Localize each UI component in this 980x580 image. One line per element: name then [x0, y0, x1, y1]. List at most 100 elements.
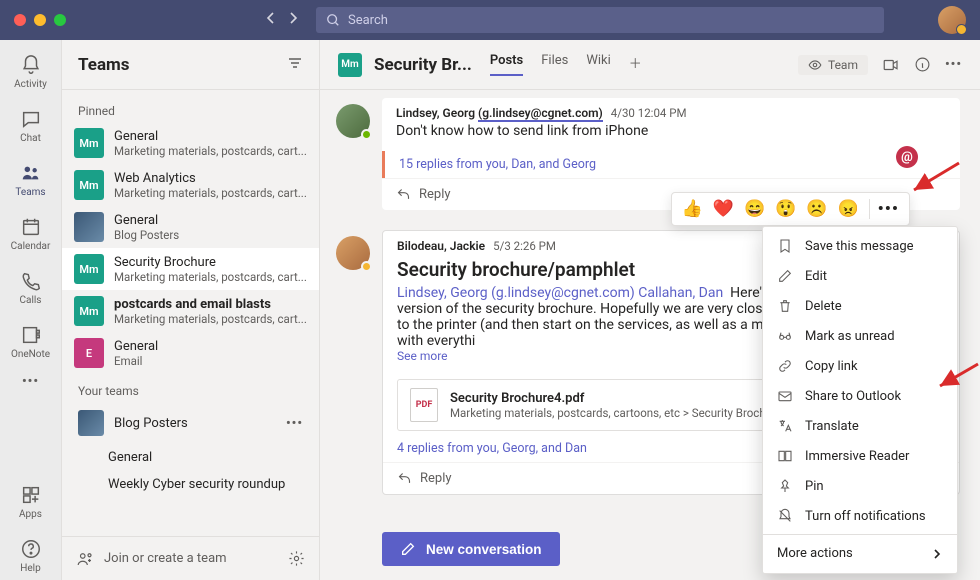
channel-title: Security Br... [374, 55, 472, 75]
pin-icon [777, 478, 793, 494]
menu-save-message[interactable]: Save this message [763, 231, 957, 261]
menu-share-outlook[interactable]: Share to Outlook [763, 381, 957, 411]
reply-icon [397, 471, 412, 486]
title-bar: Search [0, 0, 980, 40]
menu-more-actions[interactable]: More actions [763, 538, 957, 569]
annotation-arrow-2 [934, 360, 980, 394]
tab-wiki[interactable]: Wiki [586, 53, 610, 76]
team-channel-general[interactable]: General [62, 444, 319, 471]
menu-delete[interactable]: Delete [763, 291, 957, 321]
reaction-sad[interactable]: ☹️ [806, 199, 827, 219]
teams-icon [20, 162, 42, 184]
join-team-link[interactable]: Join or create a team [104, 551, 278, 566]
tab-files[interactable]: Files [541, 53, 568, 76]
glasses-icon [777, 328, 793, 344]
forward-button[interactable] [288, 11, 298, 29]
presence-available-icon [361, 129, 372, 140]
tab-posts[interactable]: Posts [490, 53, 523, 76]
menu-mark-unread[interactable]: Mark as unread [763, 321, 957, 351]
channel-item-web-analytics[interactable]: Mm Web AnalyticsMarketing materials, pos… [62, 164, 319, 206]
history-nav [266, 11, 298, 29]
window-controls [14, 14, 66, 26]
bookmark-icon [777, 238, 793, 254]
more-icon: ••• [22, 374, 39, 389]
rail-calls[interactable]: Calls [0, 264, 62, 312]
chevron-right-icon [931, 548, 943, 560]
compose-icon [400, 541, 416, 557]
phone-icon [20, 270, 42, 292]
reaction-bar: 👍 ❤️ 😄 😲 ☹️ 😠 ••• [671, 192, 910, 226]
app-rail: Activity Chat Teams Calendar Calls OneNo… [0, 40, 62, 580]
message-more-button[interactable]: ••• [869, 199, 899, 219]
settings-icon[interactable] [288, 550, 305, 567]
menu-edit[interactable]: Edit [763, 261, 957, 291]
author-avatar[interactable] [336, 104, 370, 138]
close-window-icon[interactable] [14, 14, 26, 26]
message-context-menu: Save this message Edit Delete Mark as un… [762, 226, 958, 574]
menu-translate[interactable]: Translate [763, 411, 957, 441]
onenote-icon [20, 324, 42, 346]
reaction-like[interactable]: 👍 [682, 199, 703, 219]
menu-turn-off-notifications[interactable]: Turn off notifications [763, 501, 957, 531]
join-team-icon [76, 550, 94, 568]
rail-chat[interactable]: Chat [0, 102, 62, 150]
channel-item-general-marketing[interactable]: Mm GeneralMarketing materials, postcards… [62, 122, 319, 164]
reaction-heart[interactable]: ❤️ [713, 199, 734, 219]
bell-icon [20, 54, 42, 76]
author-avatar[interactable] [336, 236, 370, 270]
meet-icon[interactable] [882, 56, 900, 74]
channel-header: Mm Security Br... Posts Files Wiki ＋ Tea… [320, 40, 980, 90]
channel-item-security-brochure[interactable]: Mm Security BrochureMarketing materials,… [62, 248, 319, 290]
book-icon [777, 448, 793, 464]
menu-copy-link[interactable]: Copy link [763, 351, 957, 381]
help-icon [20, 538, 42, 560]
search-placeholder: Search [348, 13, 388, 28]
team-channel-weekly[interactable]: Weekly Cyber security roundup [62, 471, 319, 498]
your-teams-label: Your teams [62, 374, 319, 402]
rail-apps[interactable]: Apps [0, 478, 62, 526]
menu-immersive-reader[interactable]: Immersive Reader [763, 441, 957, 471]
post-author[interactable]: Bilodeau, Jackie [397, 239, 485, 253]
team-item-blog-posters[interactable]: Blog Posters ••• [62, 402, 319, 444]
current-user-avatar[interactable] [938, 6, 966, 34]
channel-view: Mm Security Br... Posts Files Wiki ＋ Tea… [320, 40, 980, 580]
rail-onenote[interactable]: OneNote [0, 318, 62, 366]
sidebar-title: Teams [78, 55, 130, 75]
pencil-icon [777, 268, 793, 284]
back-button[interactable] [266, 11, 276, 29]
replies-summary[interactable]: 15 replies from you, Dan, and Georg [382, 151, 960, 178]
add-tab-button[interactable]: ＋ [629, 53, 642, 76]
minimize-window-icon[interactable] [34, 14, 46, 26]
rail-help[interactable]: Help [0, 532, 62, 580]
apps-icon [20, 484, 42, 506]
team-visibility-pill[interactable]: Team [798, 55, 868, 75]
maximize-window-icon[interactable] [54, 14, 66, 26]
attachment-path: Marketing materials, postcards, cartoons… [450, 406, 776, 420]
attachment-filename: Security Brochure4.pdf [450, 391, 776, 406]
reaction-laugh[interactable]: 😄 [744, 199, 765, 219]
new-conversation-button[interactable]: New conversation [382, 532, 560, 566]
rail-more[interactable]: ••• [0, 372, 62, 391]
mention-link[interactable]: Lindsey, Georg (g.lindsey@cgnet.com) Cal… [397, 285, 723, 301]
presence-away-icon [361, 261, 372, 272]
channel-item-general-blog[interactable]: GeneralBlog Posters [62, 206, 319, 248]
reaction-surprised[interactable]: 😲 [775, 199, 796, 219]
info-icon[interactable] [914, 56, 931, 73]
rail-activity[interactable]: Activity [0, 48, 62, 96]
reaction-angry[interactable]: 😠 [838, 199, 859, 219]
channel-item-general-email[interactable]: E GeneralEmail [62, 332, 319, 374]
chat-icon [20, 108, 42, 130]
post-author[interactable]: Lindsey, Georg (g.lindsey@cgnet.com) [396, 106, 603, 122]
team-more-button[interactable]: ••• [286, 416, 303, 431]
translate-icon [777, 418, 793, 434]
link-icon [777, 358, 793, 374]
channel-more-button[interactable]: ••• [945, 57, 962, 72]
filter-button[interactable] [287, 55, 303, 75]
channel-item-postcards[interactable]: Mm postcards and email blastsMarketing m… [62, 290, 319, 332]
post-body-text: Don't know how to send link from iPhone [396, 123, 946, 139]
menu-pin[interactable]: Pin [763, 471, 957, 501]
rail-teams[interactable]: Teams [0, 156, 62, 204]
search-input[interactable]: Search [316, 7, 884, 33]
pinned-label: Pinned [62, 94, 319, 122]
rail-calendar[interactable]: Calendar [0, 210, 62, 258]
